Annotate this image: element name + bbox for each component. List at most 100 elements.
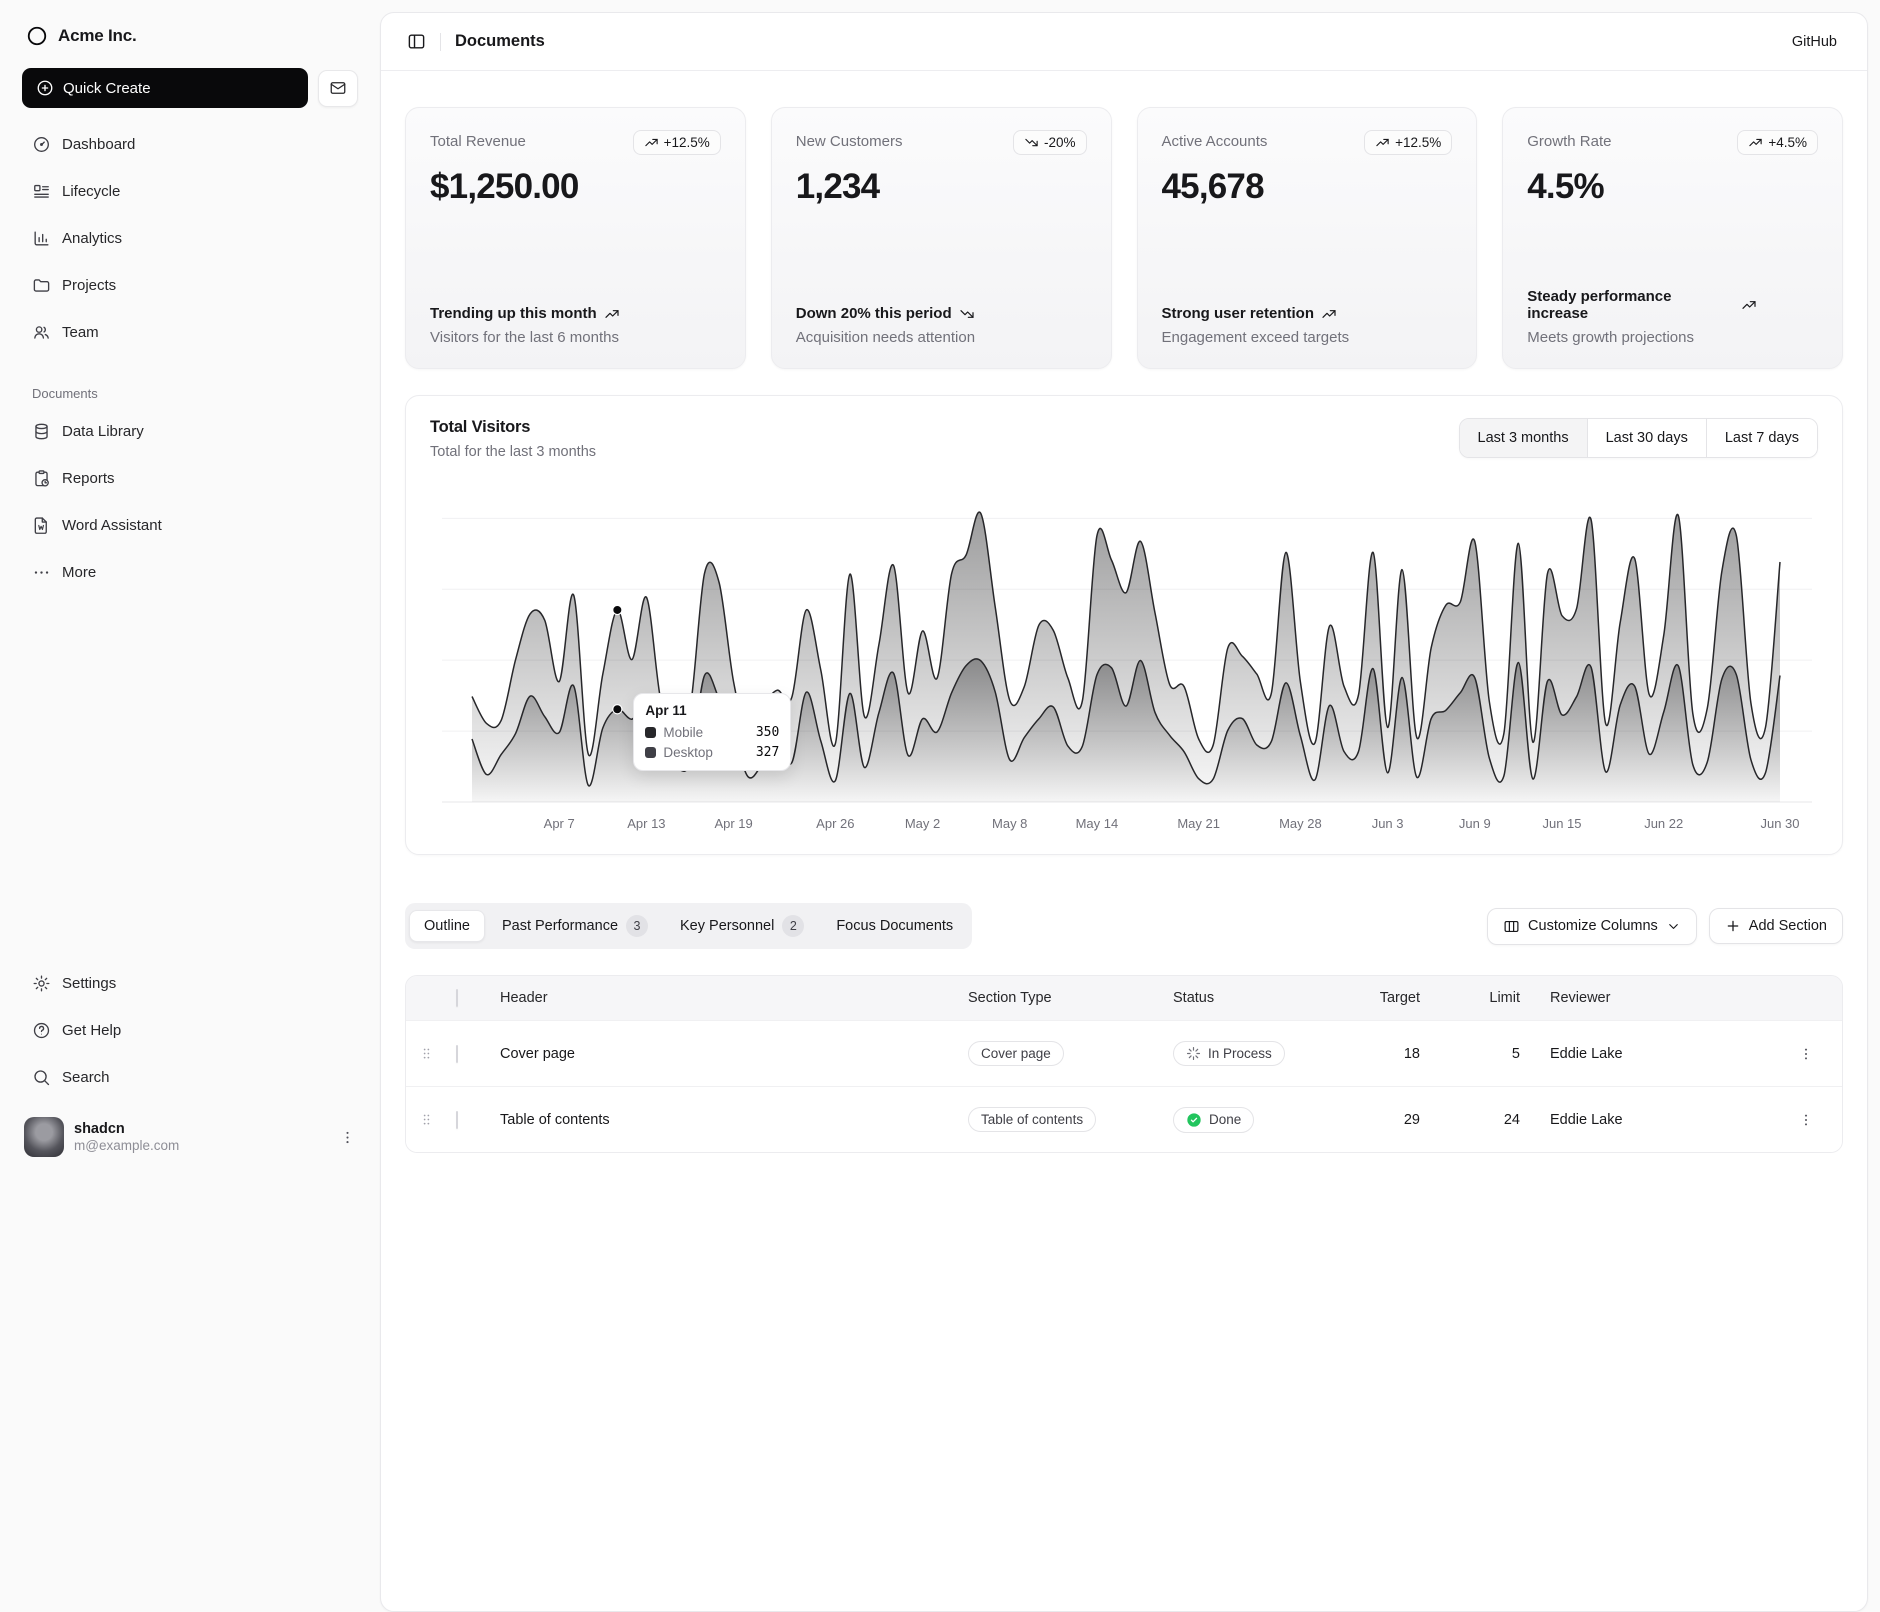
col-section-type: Section Type — [958, 990, 1163, 1006]
header-divider — [440, 33, 441, 51]
range-last-3-months[interactable]: Last 3 months — [1460, 419, 1587, 457]
sidebar-item-settings[interactable]: Settings — [22, 963, 358, 1003]
x-tick-label: May 2 — [905, 816, 940, 831]
page-title: Documents — [455, 32, 545, 51]
tab-outline[interactable]: Outline — [409, 910, 485, 942]
x-tick-label: May 14 — [1076, 816, 1119, 831]
gauge-icon — [32, 135, 51, 154]
database-icon — [32, 422, 51, 441]
visitors-chart-canvas[interactable]: Apr 7Apr 13Apr 19Apr 26May 2May 8May 14M… — [430, 476, 1818, 838]
sidebar-item-team[interactable]: Team — [22, 312, 358, 352]
sidebar-item-reports[interactable]: Reports — [22, 458, 358, 498]
gear-icon — [32, 974, 51, 993]
sidebar-item-dashboard[interactable]: Dashboard — [22, 124, 358, 164]
sidebar-item-data-library[interactable]: Data Library — [22, 411, 358, 451]
stat-card-new-customers: New Customers -20% 1,234 Down 20% this p… — [771, 107, 1112, 369]
quick-create-label: Quick Create — [63, 80, 151, 97]
reviewer-name: Eddie Lake — [1530, 1046, 1770, 1062]
file-word-icon — [32, 516, 51, 535]
columns-icon — [1503, 918, 1520, 935]
stat-value: 1,234 — [796, 167, 1087, 207]
row-header-text: Cover page — [490, 1046, 958, 1062]
sidebar-item-search[interactable]: Search — [22, 1057, 358, 1097]
brand[interactable]: Acme Inc. — [22, 18, 358, 54]
range-last-7-days[interactable]: Last 7 days — [1706, 419, 1817, 457]
trend-up-icon — [1375, 135, 1390, 150]
sections-table: Header Section Type Status Target Limit … — [405, 975, 1843, 1153]
chart-subtitle: Total for the last 3 months — [430, 444, 596, 460]
trend-up-icon — [1741, 297, 1757, 313]
table-row[interactable]: Table of contents Table of contents Done… — [406, 1086, 1842, 1152]
help-circle-icon — [32, 1021, 51, 1040]
col-limit: Limit — [1430, 990, 1530, 1006]
tab-past-performance[interactable]: Past Performance3 — [487, 907, 663, 945]
status-badge: Done — [1173, 1107, 1254, 1133]
plus-circle-icon — [36, 79, 54, 97]
user-name: shadcn — [74, 1121, 329, 1137]
sidebar-nav: Dashboard Lifecycle Analytics Projects T… — [22, 124, 358, 592]
status-badge: In Process — [1173, 1041, 1285, 1066]
documents-section-label: Documents — [32, 386, 358, 401]
x-tick-label: Jun 22 — [1644, 816, 1683, 831]
user-menu[interactable]: shadcn m@example.com — [22, 1113, 358, 1161]
tab-focus-documents[interactable]: Focus Documents — [821, 910, 968, 942]
tab-count-badge: 2 — [782, 915, 804, 937]
github-link[interactable]: GitHub — [1792, 34, 1837, 50]
mail-icon — [329, 79, 347, 97]
trend-down-icon — [1024, 135, 1039, 150]
drag-handle-icon[interactable] — [406, 1046, 446, 1061]
trend-up-icon — [644, 135, 659, 150]
sidebar-item-lifecycle[interactable]: Lifecycle — [22, 171, 358, 211]
select-all-checkbox[interactable] — [456, 989, 458, 1007]
x-tick-label: Jun 9 — [1459, 816, 1491, 831]
tab-key-personnel[interactable]: Key Personnel2 — [665, 907, 819, 945]
trend-badge: +12.5% — [1364, 130, 1452, 155]
trend-up-icon — [1748, 135, 1763, 150]
clipboard-clock-icon — [32, 469, 51, 488]
x-tick-label: Jun 30 — [1760, 816, 1799, 831]
bar-chart-icon — [32, 229, 51, 248]
drag-handle-icon[interactable] — [406, 1112, 446, 1127]
x-tick-label: May 8 — [992, 816, 1027, 831]
x-tick-label: Jun 3 — [1372, 816, 1404, 831]
sidebar-toggle-icon[interactable] — [407, 32, 426, 51]
sidebar-item-more[interactable]: More — [22, 552, 358, 592]
x-tick-label: Apr 13 — [627, 816, 665, 831]
sidebar-item-get-help[interactable]: Get Help — [22, 1010, 358, 1050]
select-row-checkbox[interactable] — [456, 1045, 458, 1063]
stat-value: $1,250.00 — [430, 167, 721, 207]
user-kebab-icon[interactable] — [339, 1129, 356, 1146]
add-section-button[interactable]: Add Section — [1709, 908, 1843, 944]
row-kebab-icon[interactable] — [1770, 1046, 1842, 1062]
select-row-checkbox[interactable] — [456, 1111, 458, 1129]
trend-down-icon — [959, 306, 975, 322]
trend-up-icon — [1321, 306, 1337, 322]
range-last-30-days[interactable]: Last 30 days — [1587, 419, 1706, 457]
ellipsis-icon — [32, 563, 51, 582]
trend-badge: +12.5% — [633, 130, 721, 155]
sidebar-item-word-assistant[interactable]: Word Assistant — [22, 505, 358, 545]
col-header: Header — [490, 990, 958, 1006]
sidebar-item-analytics[interactable]: Analytics — [22, 218, 358, 258]
x-tick-label: May 21 — [1177, 816, 1220, 831]
brand-name: Acme Inc. — [58, 26, 137, 46]
circle-logo-icon — [26, 25, 48, 47]
x-tick-label: Jun 15 — [1542, 816, 1581, 831]
section-tabs: Outline Past Performance3 Key Personnel2… — [405, 903, 972, 949]
col-target: Target — [1348, 990, 1430, 1006]
table-header-row: Header Section Type Status Target Limit … — [406, 976, 1842, 1020]
inbox-button[interactable] — [318, 70, 358, 107]
customize-columns-button[interactable]: Customize Columns — [1487, 908, 1697, 945]
quick-create-button[interactable]: Quick Create — [22, 68, 308, 108]
table-row[interactable]: Cover page Cover page In Process 18 5 Ed… — [406, 1020, 1842, 1086]
desktop-series-swatch — [645, 747, 656, 758]
plus-icon — [1725, 918, 1741, 934]
x-tick-label: Apr 26 — [816, 816, 854, 831]
list-details-icon — [32, 182, 51, 201]
chart-tooltip: Apr 11 Mobile 350 Desktop 327 — [633, 693, 791, 771]
page-header: Documents GitHub — [381, 13, 1867, 71]
chart-title: Total Visitors — [430, 418, 596, 437]
sidebar-item-projects[interactable]: Projects — [22, 265, 358, 305]
row-kebab-icon[interactable] — [1770, 1112, 1842, 1128]
chart-x-axis: Apr 7Apr 13Apr 19Apr 26May 2May 8May 14M… — [430, 816, 1818, 838]
